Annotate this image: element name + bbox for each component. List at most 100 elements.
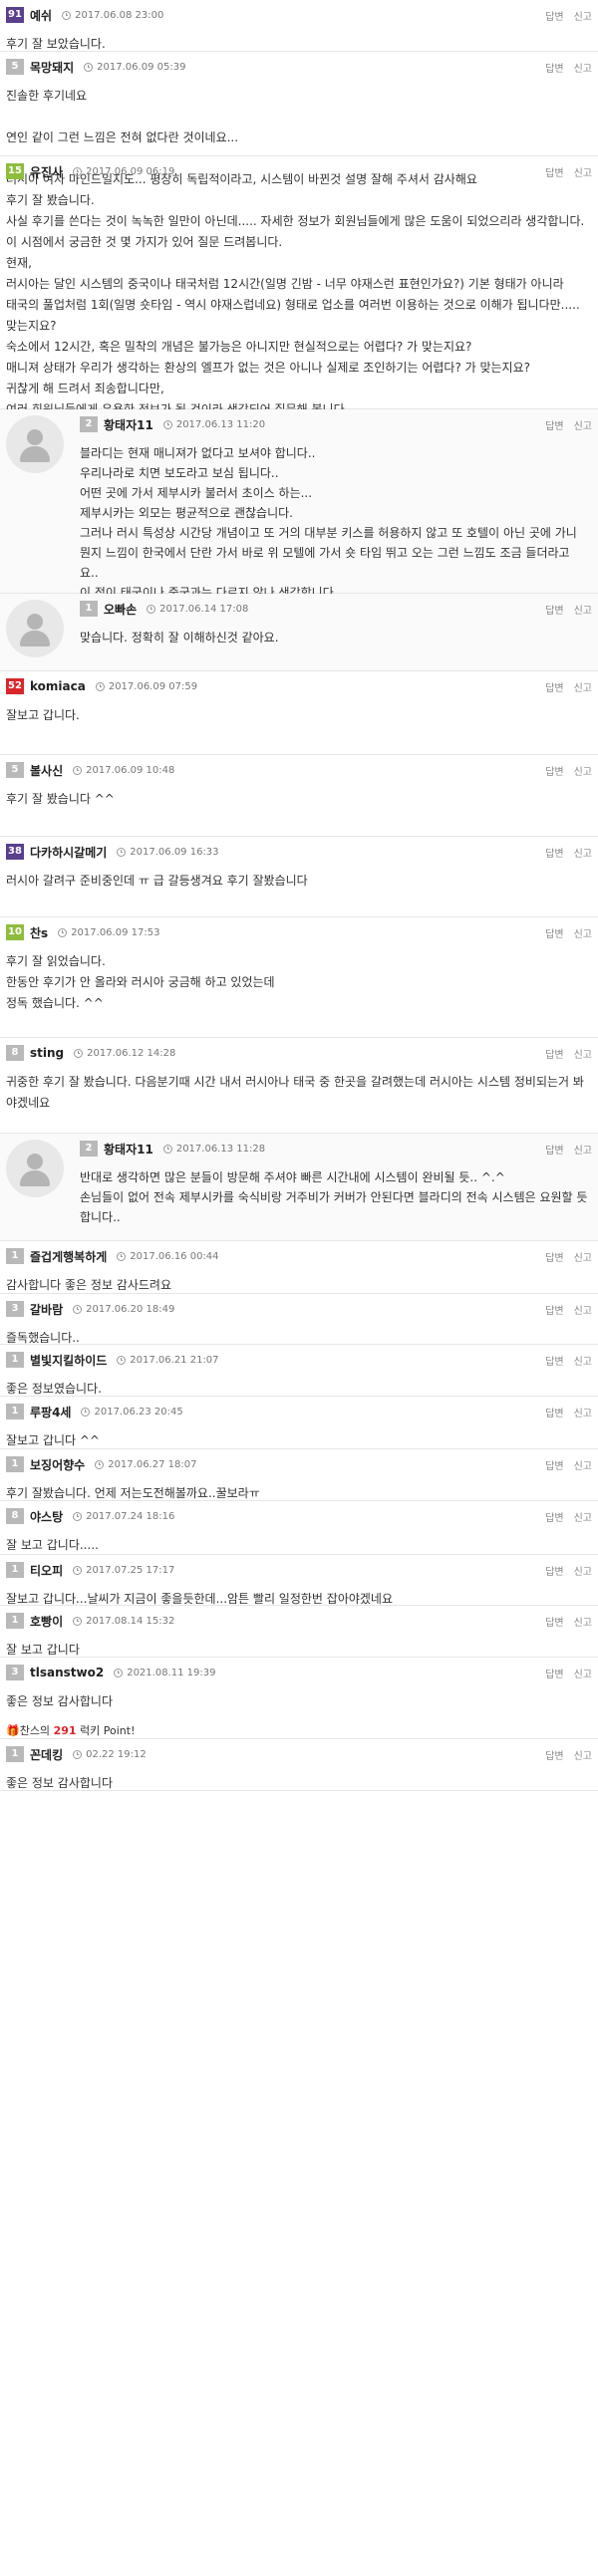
clock-icon xyxy=(73,1616,83,1626)
report-link[interactable]: 신고 xyxy=(574,849,592,860)
author-name[interactable]: 루팡4세 xyxy=(30,1404,71,1420)
comment-item: 5 목망돼지 2017.06.09 05:39 답변 신고 진솔한 후기네요 연인 같이 … xyxy=(0,52,598,186)
author-name[interactable]: 유진사 xyxy=(30,163,63,180)
author-name[interactable]: 목망돼지 xyxy=(30,59,74,76)
clock-icon xyxy=(73,1565,83,1575)
reply-link[interactable]: 답변 xyxy=(545,421,563,432)
author-name[interactable]: 황태자11 xyxy=(104,416,153,433)
author-name[interactable]: 오빠손 xyxy=(104,601,137,618)
level-badge: 8 xyxy=(6,1508,24,1524)
author-name[interactable]: 보징어향수 xyxy=(30,1456,85,1473)
clock-icon xyxy=(162,1144,172,1154)
comment-actions: 답변 신고 xyxy=(535,60,592,75)
report-link[interactable]: 신고 xyxy=(574,1409,592,1419)
report-link[interactable]: 신고 xyxy=(574,1567,592,1578)
author-name[interactable]: 예쉬 xyxy=(30,7,52,24)
report-link[interactable]: 신고 xyxy=(574,929,592,940)
report-link[interactable]: 신고 xyxy=(574,64,592,75)
reply-link[interactable]: 답변 xyxy=(545,1567,563,1578)
comment-actions: 답변 신고 xyxy=(535,1666,592,1680)
comment-date: 2017.06.20 18:49 xyxy=(86,1303,175,1315)
clock-icon xyxy=(84,62,94,72)
reply-link[interactable]: 답변 xyxy=(545,1461,563,1472)
report-link[interactable]: 신고 xyxy=(574,1513,592,1524)
comment-date: 2017.06.09 17:53 xyxy=(71,926,160,938)
report-link[interactable]: 신고 xyxy=(574,1618,592,1629)
comment-header: 91 예쉬 2017.06.08 23:00 답변 신고 xyxy=(0,0,598,26)
avatar-body-shape xyxy=(20,631,50,646)
report-link[interactable]: 신고 xyxy=(574,1751,592,1762)
reply-link[interactable]: 답변 xyxy=(545,849,563,860)
clock-icon xyxy=(73,1511,83,1521)
reply-link[interactable]: 답변 xyxy=(545,1050,563,1061)
reply-link[interactable]: 답변 xyxy=(545,1618,563,1629)
author-name[interactable]: 별빛지킬하이드 xyxy=(30,1352,107,1369)
comment-date: 2017.07.25 17:17 xyxy=(86,1564,175,1576)
author-name[interactable]: 찬s xyxy=(30,924,48,941)
report-link[interactable]: 신고 xyxy=(574,1357,592,1368)
author-name[interactable]: komiaca xyxy=(30,679,86,693)
report-link[interactable]: 신고 xyxy=(574,1306,592,1317)
reply-link[interactable]: 답변 xyxy=(545,168,563,179)
level-badge: 52 xyxy=(6,678,24,694)
level-badge: 10 xyxy=(6,924,24,940)
level-badge: 3 xyxy=(6,1665,24,1680)
reply-link[interactable]: 답변 xyxy=(545,1306,563,1317)
reply-link[interactable]: 답변 xyxy=(545,1751,563,1762)
author-name[interactable]: 야스탕 xyxy=(30,1508,63,1525)
reply-link[interactable]: 답변 xyxy=(545,1513,563,1524)
report-link[interactable]: 신고 xyxy=(574,168,592,179)
comment-header: 1 티오피 2017.07.25 17:17 답변 신고 xyxy=(0,1555,598,1581)
comment-header: 8 야스탕 2017.07.24 18:16 답변 신고 xyxy=(0,1501,598,1527)
level-badge: 5 xyxy=(6,59,24,75)
comment-actions: 답변 신고 xyxy=(535,1353,592,1368)
author-name[interactable]: 볼사신 xyxy=(30,762,63,779)
comment-date: 2017.06.09 10:48 xyxy=(86,764,175,776)
comment-date: 2017.06.14 17:08 xyxy=(159,603,249,615)
reply-link[interactable]: 답변 xyxy=(545,929,563,940)
report-link[interactable]: 신고 xyxy=(574,683,592,694)
comment-actions: 답변 신고 xyxy=(535,602,592,617)
reply-link[interactable]: 답변 xyxy=(545,606,563,617)
comment-header: 1 오빠손 2017.06.14 17:08 답변 신고 xyxy=(0,594,598,620)
level-badge: 1 xyxy=(6,1456,24,1472)
author-name[interactable]: 즐겁게행복하게 xyxy=(30,1248,107,1265)
reply-link[interactable]: 답변 xyxy=(545,1146,563,1157)
reply-link[interactable]: 답변 xyxy=(545,12,563,23)
author-name[interactable]: 황태자11 xyxy=(104,1141,153,1158)
report-link[interactable]: 신고 xyxy=(574,1253,592,1264)
report-link[interactable]: 신고 xyxy=(574,1050,592,1061)
comment-date: 2017.06.08 23:00 xyxy=(75,9,164,21)
reply-comment: 2 황태자11 2017.06.13 11:20 답변 신고 블라디는 현재 매니져가 없… xyxy=(0,409,598,640)
comment-item: 5 볼사신 2017.06.09 10:48 답변 신고 후기 잘 봤습니다 ^^ xyxy=(0,755,598,837)
reply-link[interactable]: 답변 xyxy=(545,1253,563,1264)
report-link[interactable]: 신고 xyxy=(574,767,592,778)
author-name[interactable]: 꼰데킹 xyxy=(30,1746,63,1763)
report-link[interactable]: 신고 xyxy=(574,1670,592,1680)
reply-link[interactable]: 답변 xyxy=(545,1670,563,1680)
comment-item: 1 보징어향수 2017.06.27 18:07 답변 신고 후기 잘봤습니다. 언제 저… xyxy=(0,1449,598,1501)
report-link[interactable]: 신고 xyxy=(574,12,592,23)
comment-header: 2 황태자11 2017.06.13 11:20 답변 신고 xyxy=(0,409,598,435)
author-name[interactable]: sting xyxy=(30,1046,64,1060)
comment-date: 2017.06.27 18:07 xyxy=(108,1458,197,1470)
author-name[interactable]: 갈바람 xyxy=(30,1301,63,1318)
author-name[interactable]: tlsanstwo2 xyxy=(30,1666,104,1679)
reply-link[interactable]: 답변 xyxy=(545,1357,563,1368)
report-link[interactable]: 신고 xyxy=(574,606,592,617)
author-name[interactable]: 티오피 xyxy=(30,1562,63,1579)
clock-icon xyxy=(147,604,156,614)
level-badge: 8 xyxy=(6,1045,24,1061)
reply-link[interactable]: 답변 xyxy=(545,64,563,75)
reply-link[interactable]: 답변 xyxy=(545,683,563,694)
report-link[interactable]: 신고 xyxy=(574,421,592,432)
reply-link[interactable]: 답변 xyxy=(545,1409,563,1419)
comment-item: 1 꼰데킹 02.22 19:12 답변 신고 좋은 정보 감사합니다 xyxy=(0,1739,598,1791)
report-link[interactable]: 신고 xyxy=(574,1146,592,1157)
author-name[interactable]: 호빵이 xyxy=(30,1613,63,1630)
author-name[interactable]: 다카하시갈메기 xyxy=(30,844,107,861)
clock-icon xyxy=(162,419,172,429)
comment-actions: 답변 신고 xyxy=(535,925,592,940)
reply-link[interactable]: 답변 xyxy=(545,767,563,778)
report-link[interactable]: 신고 xyxy=(574,1461,592,1472)
